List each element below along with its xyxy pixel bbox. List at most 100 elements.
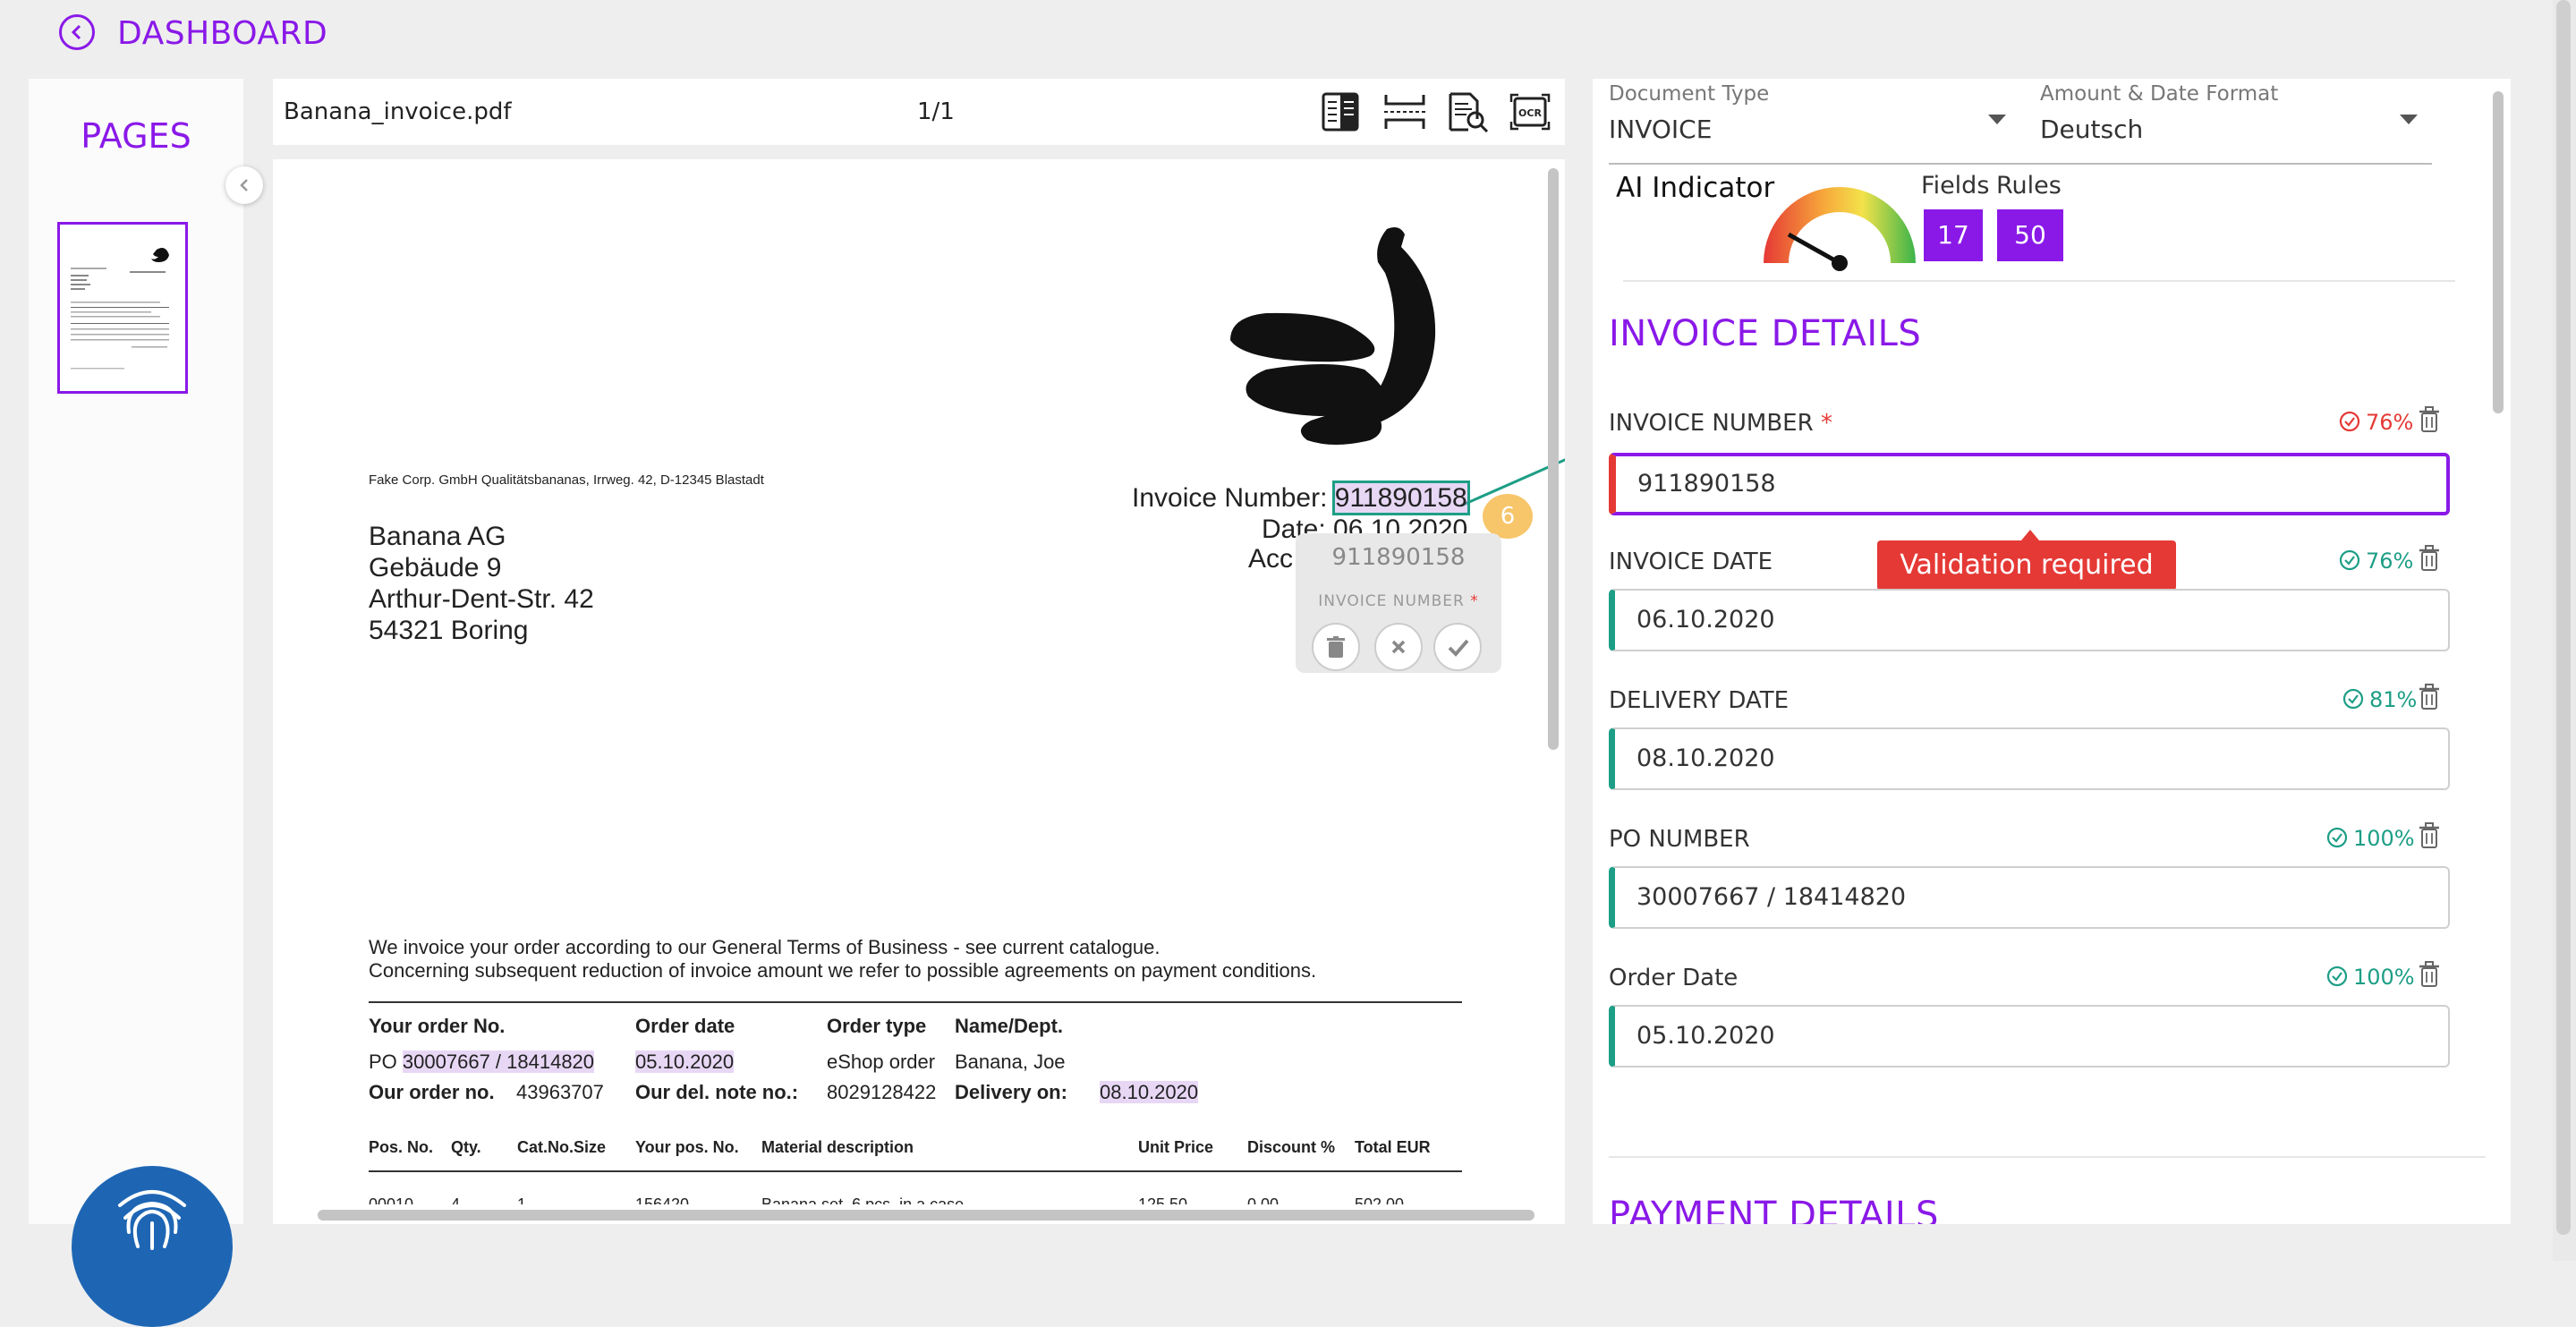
items-header: Qty. bbox=[451, 1138, 481, 1156]
file-name: Banana_invoice.pdf bbox=[284, 98, 512, 125]
payment-details-title: PAYMENT DETAILS bbox=[1609, 1195, 1939, 1224]
terms-paragraph: We invoice your order according to our G… bbox=[369, 936, 1160, 958]
split-view-icon[interactable] bbox=[1320, 91, 1361, 132]
our-order-label: Our order no. bbox=[369, 1081, 495, 1103]
our-order-value: 43963707 bbox=[516, 1081, 604, 1103]
address-line: Arthur-Dent-Str. 42 bbox=[369, 584, 594, 614]
collapse-pages-button[interactable] bbox=[225, 166, 263, 204]
order-header: Order type bbox=[827, 1015, 927, 1037]
section-divider bbox=[1623, 280, 2455, 282]
delivery-highlight[interactable]: 08.10.2020 bbox=[1100, 1081, 1199, 1103]
amount-date-format-select[interactable]: Amount & Date Format Deutsch bbox=[2040, 82, 2434, 154]
address-line: 54321 Boring bbox=[369, 616, 529, 645]
del-note-value: 8029128422 bbox=[827, 1081, 937, 1103]
document-type-label: Document Type bbox=[1609, 82, 1770, 106]
document-viewer[interactable]: Fake Corp. GmbH Qualitätsbananas, Irrweg… bbox=[273, 159, 1565, 1224]
confidence-po-number: 100% bbox=[2326, 826, 2415, 851]
order-date-input[interactable]: 05.10.2020 bbox=[1609, 1005, 2450, 1068]
page-scrollbar[interactable] bbox=[2553, 0, 2576, 1261]
order-header: Your order No. bbox=[369, 1015, 506, 1037]
document-type-value: INVOICE bbox=[1609, 115, 1713, 144]
fields-count: 17 bbox=[1924, 209, 1983, 261]
extraction-count-badge[interactable]: 6 bbox=[1483, 494, 1533, 539]
items-header: Unit Price bbox=[1138, 1138, 1214, 1156]
items-header: Total EUR bbox=[1355, 1138, 1431, 1156]
delete-po-number-button[interactable] bbox=[2418, 822, 2441, 849]
popup-reject-button[interactable] bbox=[1374, 623, 1423, 671]
popup-delete-button[interactable] bbox=[1312, 623, 1360, 671]
chevron-down-icon bbox=[2400, 115, 2418, 124]
invoice-number-input[interactable]: 911890158 bbox=[1609, 453, 2450, 515]
trash-icon bbox=[2419, 406, 2439, 432]
document-type-select[interactable]: Document Type INVOICE bbox=[1609, 82, 2011, 154]
trash-icon bbox=[2419, 961, 2439, 987]
delivery-label: Delivery on: bbox=[955, 1081, 1067, 1103]
close-icon bbox=[1391, 640, 1406, 654]
viewer-horizontal-scrollbar[interactable] bbox=[318, 1210, 1535, 1221]
order-date-highlight[interactable]: 05.10.2020 bbox=[635, 1051, 735, 1073]
field-label-delivery-date: DELIVERY DATE bbox=[1609, 687, 1790, 714]
fingerprint-fab-button[interactable] bbox=[72, 1166, 233, 1327]
fingerprint-icon bbox=[118, 1190, 186, 1250]
popup-field-label: INVOICE NUMBER * bbox=[1318, 592, 1479, 610]
ai-gauge-icon bbox=[1764, 187, 1916, 271]
panel-scrollbar[interactable] bbox=[2493, 91, 2504, 413]
name-cell: Banana, Joe bbox=[955, 1051, 1066, 1073]
delivery-date-input[interactable]: 08.10.2020 bbox=[1609, 727, 2450, 790]
order-type-cell: eShop order bbox=[827, 1051, 936, 1073]
back-button[interactable] bbox=[59, 14, 95, 50]
separator-icon[interactable] bbox=[1382, 91, 1425, 132]
trash-icon bbox=[2419, 822, 2439, 848]
extraction-popup: 911890158 INVOICE NUMBER * bbox=[1296, 533, 1501, 673]
delete-invoice-number-button[interactable] bbox=[2418, 406, 2441, 433]
invoice-number-label: Invoice Number: bbox=[1132, 483, 1328, 513]
trash-icon bbox=[2419, 545, 2439, 571]
back-label[interactable]: DASHBOARD bbox=[117, 14, 327, 54]
popup-value: 911890158 bbox=[1331, 544, 1466, 571]
order-header: Name/Dept. bbox=[955, 1015, 1064, 1037]
items-header: Cat.No.Size bbox=[517, 1138, 607, 1156]
chevron-left-icon bbox=[240, 179, 248, 191]
delete-order-date-button[interactable] bbox=[2418, 961, 2441, 988]
delivery-value-cell: 08.10.2020 bbox=[1100, 1081, 1199, 1104]
address-line: Gebäude 9 bbox=[369, 553, 502, 583]
viewer-vertical-scrollbar[interactable] bbox=[1548, 168, 1559, 750]
amount-format-value: Deutsch bbox=[2040, 115, 2144, 144]
chevron-left-icon bbox=[71, 24, 81, 40]
ocr-icon[interactable]: OCR bbox=[1508, 91, 1551, 132]
check-circle-icon bbox=[2342, 688, 2364, 710]
items-header: Your pos. No. bbox=[635, 1138, 739, 1156]
trash-icon bbox=[2419, 684, 2439, 710]
confidence-invoice-date: 76% bbox=[2339, 549, 2413, 574]
pages-title: PAGES bbox=[81, 116, 191, 156]
terms-paragraph: Concerning subsequent reduction of invoi… bbox=[369, 959, 1317, 982]
select-underline bbox=[1609, 163, 2432, 165]
ocr-label: OCR bbox=[1518, 107, 1542, 119]
field-label-po-number: PO NUMBER bbox=[1609, 826, 1750, 853]
po-number-input[interactable]: 30007667 / 18414820 bbox=[1609, 866, 2450, 929]
banana-logo bbox=[1230, 227, 1436, 445]
fields-label: Fields bbox=[1921, 172, 1990, 200]
invoice-date-input[interactable]: 06.10.2020 bbox=[1609, 589, 2450, 651]
po-highlight[interactable]: 30007667 / 18414820 bbox=[402, 1051, 595, 1073]
document-toolbar: Banana_invoice.pdf 1/1 OCR bbox=[273, 79, 1565, 145]
rules-label: Rules bbox=[1996, 172, 2062, 200]
page-thumbnail[interactable] bbox=[57, 222, 188, 394]
check-circle-icon bbox=[2326, 965, 2348, 987]
invoice-number-highlight[interactable]: 911890158 bbox=[1331, 481, 1470, 515]
popup-accept-button[interactable] bbox=[1433, 623, 1482, 671]
delete-invoice-date-button[interactable] bbox=[2418, 545, 2441, 572]
delete-delivery-date-button[interactable] bbox=[2418, 684, 2441, 710]
tooltip-arrow bbox=[2021, 530, 2039, 540]
order-header: Order date bbox=[635, 1015, 735, 1037]
chevron-down-icon bbox=[1988, 115, 2006, 124]
del-note-label: Our del. note no.: bbox=[635, 1081, 799, 1103]
field-label-invoice-number: INVOICE NUMBER * bbox=[1609, 410, 1832, 437]
ai-indicator-label: AI Indicator bbox=[1616, 172, 1775, 204]
validation-tooltip: Validation required bbox=[1877, 540, 2176, 591]
document-search-icon[interactable] bbox=[1445, 91, 1489, 133]
pages-panel: PAGES bbox=[29, 79, 243, 1224]
extraction-panel: Document Type INVOICE Amount & Date Form… bbox=[1593, 79, 2511, 1224]
field-label-invoice-date: INVOICE DATE bbox=[1609, 549, 1773, 575]
page-scrollbar-thumb[interactable] bbox=[2556, 0, 2571, 1235]
